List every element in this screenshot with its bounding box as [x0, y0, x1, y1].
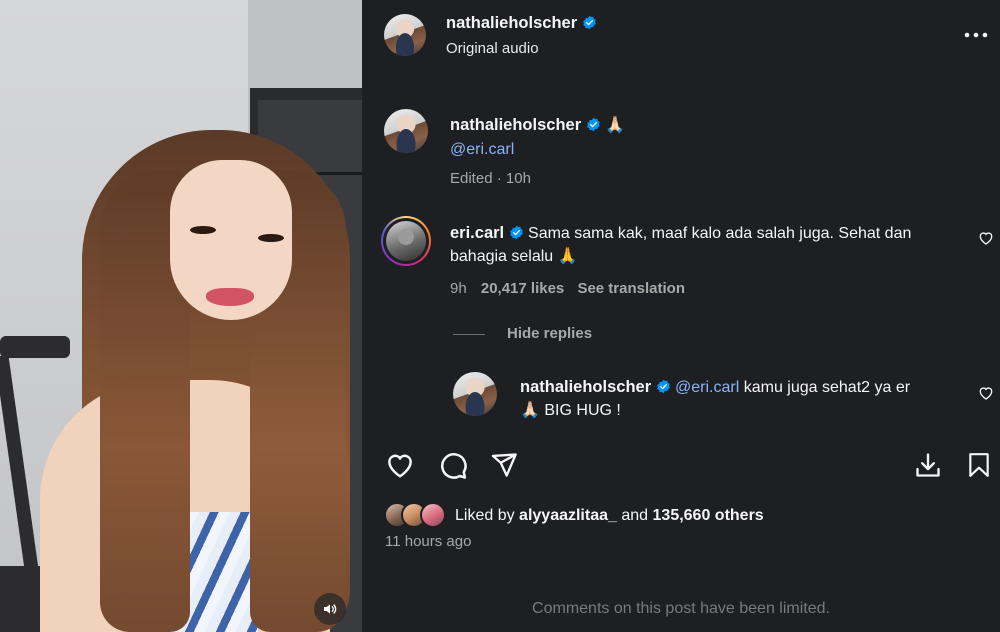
comment-button[interactable]: [437, 449, 469, 481]
audio-label[interactable]: Original audio: [446, 40, 539, 57]
author-username[interactable]: nathalieholscher: [446, 14, 577, 32]
comment-text-line1: Sama sama kak, maaf kalo ada salah juga.…: [528, 225, 912, 242]
reply-like-heart-icon[interactable]: [978, 385, 994, 401]
post-timestamp[interactable]: 11 hours ago: [385, 533, 471, 550]
comment-username[interactable]: eri.carl: [450, 224, 504, 242]
caption-edited-label: Edited: [450, 170, 493, 187]
liker-avatar: [420, 502, 446, 528]
verified-badge-icon: [586, 117, 600, 132]
speaker-icon: [324, 604, 337, 614]
download-icon: [916, 453, 940, 477]
comment-likes-count[interactable]: 20,417 likes: [481, 280, 564, 297]
liker-avatars[interactable]: [384, 502, 454, 528]
caption-username[interactable]: nathalieholscher: [450, 116, 581, 134]
others-likes-link[interactable]: 135,660 others: [653, 507, 764, 524]
download-button[interactable]: [912, 449, 944, 481]
caption-time: 10h: [505, 170, 531, 187]
comment-text-line2: bahagia selalu: [450, 248, 554, 265]
comment-time: 9h: [450, 280, 467, 297]
heart-icon: [388, 454, 412, 478]
share-button[interactable]: [488, 449, 520, 481]
commenter-avatar[interactable]: [381, 216, 431, 266]
verified-badge-icon: [656, 379, 670, 394]
reply-avatar[interactable]: [453, 372, 497, 416]
more-horizontal-icon: [964, 32, 988, 38]
audio-toggle-button[interactable]: [314, 593, 346, 625]
reply-text-line2: BIG HUG !: [544, 402, 621, 419]
replies-divider: [453, 334, 485, 335]
comments-limited-notice: Comments on this post have been limited.: [532, 600, 830, 617]
liked-by-prefix: Liked by: [455, 507, 515, 524]
author-avatar[interactable]: [384, 14, 426, 56]
like-button[interactable]: [384, 449, 416, 481]
reply-text-line1: kamu juga sehat2 ya er: [743, 379, 911, 396]
comment-emoji: 🙏: [557, 248, 578, 265]
comment-like-heart-icon[interactable]: [978, 230, 994, 246]
reply-username[interactable]: nathalieholscher: [520, 378, 651, 396]
send-icon: [491, 453, 517, 477]
save-button[interactable]: [964, 449, 994, 481]
caption-emoji: 🙏🏻: [605, 117, 625, 134]
reel-video[interactable]: [0, 0, 362, 632]
more-options-button[interactable]: [962, 24, 990, 46]
caption-avatar[interactable]: [384, 109, 428, 153]
caption-mention-link[interactable]: @eri.carl: [450, 138, 514, 162]
reply-mention-link[interactable]: @eri.carl: [675, 379, 739, 396]
see-translation-link[interactable]: See translation: [577, 280, 685, 297]
reply-emoji: 🙏🏻: [520, 402, 540, 419]
hide-replies-button[interactable]: Hide replies: [507, 325, 592, 342]
first-liker-link[interactable]: alyyaazlitaa_: [519, 507, 617, 524]
comment-icon: [441, 453, 467, 479]
bookmark-icon: [969, 453, 989, 477]
verified-badge-icon: [582, 15, 596, 30]
verified-badge-icon: [509, 225, 523, 240]
